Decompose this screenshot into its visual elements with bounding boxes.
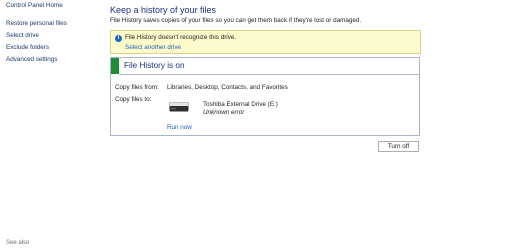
drive-warning-message: File History doesn't recognize this driv…: [125, 34, 237, 41]
turn-off-button[interactable]: Turn off: [378, 141, 419, 152]
info-icon: i: [115, 35, 122, 42]
sidebar-item-restore-personal-files[interactable]: Restore personal files: [6, 20, 67, 27]
sidebar-item-control-panel-home[interactable]: Control Panel Home: [6, 2, 63, 9]
see-also-heading: See also: [6, 240, 30, 246]
status-on-indicator: [111, 58, 119, 74]
copy-from-value: Libraries, Desktop, Contacts, and Favori…: [167, 84, 288, 91]
copy-to-label: Copy files to:: [115, 96, 152, 103]
run-now-link[interactable]: Run now: [167, 124, 192, 131]
page-title: Keep a history of your files: [110, 5, 217, 15]
drive-warning-bar: i File History doesn't recognize this dr…: [110, 30, 421, 54]
external-drive-icon: [169, 102, 189, 112]
select-another-drive-link[interactable]: Select another drive: [125, 44, 181, 51]
main-content: Keep a history of your files File Histor…: [110, 0, 522, 250]
page-description: File History saves copies of your files …: [110, 17, 362, 24]
drive-status: Unknown error: [203, 109, 245, 116]
sidebar: Control Panel Home Restore personal file…: [0, 0, 100, 250]
sidebar-item-exclude-folders[interactable]: Exclude folders: [6, 44, 49, 51]
sidebar-item-advanced-settings[interactable]: Advanced settings: [6, 56, 57, 63]
file-history-status-panel: File History is on Copy files from: Libr…: [110, 57, 420, 136]
sidebar-item-select-drive[interactable]: Select drive: [6, 32, 39, 39]
drive-name: Toshiba External Drive (E:): [203, 101, 278, 108]
copy-from-label: Copy files from:: [115, 84, 159, 91]
status-title: File History is on: [124, 61, 185, 70]
status-header: File History is on: [111, 58, 419, 74]
status-divider: [119, 74, 419, 75]
